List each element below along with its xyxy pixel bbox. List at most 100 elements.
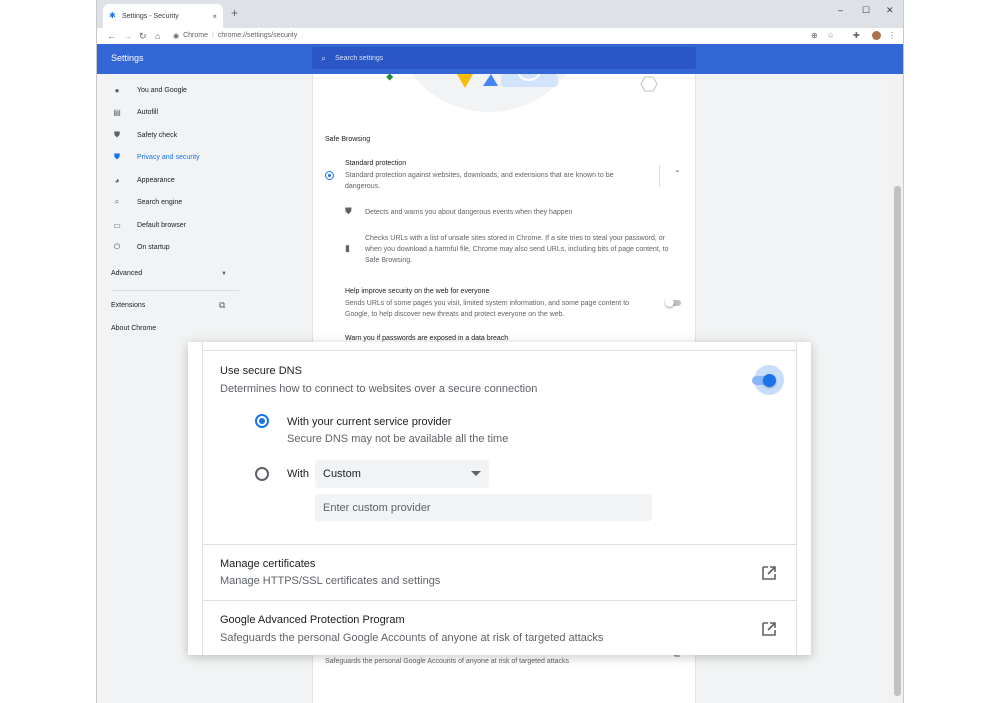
custom-provider-radio[interactable]	[255, 467, 269, 481]
scrollbar-thumb[interactable]	[894, 186, 901, 696]
person-icon: ●	[114, 85, 120, 95]
page-title: Settings	[111, 53, 144, 63]
gapp-bottom-desc: Safeguards the personal Google Accounts …	[325, 658, 569, 665]
custom-provider-label: With	[287, 468, 309, 480]
back-button[interactable]: ←	[107, 29, 116, 43]
tab-close-icon[interactable]: ×	[212, 12, 217, 21]
secure-dns-title: Use secure DNS	[220, 365, 302, 377]
tab-title: Settings - Security	[122, 12, 179, 20]
close-window-button[interactable]: ✕	[886, 5, 894, 16]
hero-illustration	[313, 74, 697, 112]
bar-chart-icon: ▮	[345, 243, 350, 253]
warn-passwords-title: Warn you if passwords are exposed in a d…	[345, 335, 509, 342]
current-provider-radio[interactable]	[255, 414, 269, 428]
search-box[interactable]: ⌕	[312, 47, 696, 69]
clipboard-icon: ▤	[113, 107, 121, 117]
shield-check-icon: ⛊	[114, 130, 120, 139]
sidebar-item-privacy-and-security[interactable]: ⛊ Privacy and security	[97, 148, 307, 166]
sidebar-advanced[interactable]: Advanced	[111, 270, 142, 277]
sidebar-item-you-and-google[interactable]: ● You and Google	[97, 81, 307, 99]
reload-button[interactable]: ↻	[139, 29, 147, 43]
home-button[interactable]: ⌂	[155, 29, 160, 43]
sidebar-item-label: Search engine	[137, 198, 183, 206]
sidebar-item-label: You and Google	[137, 86, 187, 94]
open-in-new-icon[interactable]	[762, 566, 776, 580]
sidebar-item-autofill[interactable]: ▤ Autofill	[97, 103, 307, 121]
address-bar[interactable]: ◉ Chrome | chrome://settings/security	[173, 29, 803, 42]
browser-tab[interactable]: ✱ Settings - Security ×	[103, 4, 223, 28]
standard-protection-desc-1: Standard protection against websites, do…	[345, 172, 614, 179]
panel-border-right	[796, 342, 797, 655]
search-icon: ⌕	[114, 197, 120, 206]
sidebar-item-label: Safety check	[137, 131, 178, 139]
forward-button[interactable]: →	[123, 29, 132, 43]
extensions-puzzle-icon[interactable]: ✚	[853, 30, 860, 42]
sidebar-about-chrome[interactable]: About Chrome	[111, 325, 156, 332]
open-in-new-icon[interactable]: ⧉	[219, 300, 225, 311]
advanced-protection-title: Google Advanced Protection Program	[220, 614, 405, 626]
toggle-knob	[665, 298, 674, 307]
standard-protection-title: Standard protection	[345, 160, 407, 167]
custom-provider-input[interactable]	[315, 494, 652, 521]
settings-gear-icon: ✱	[109, 11, 116, 20]
settings-header: Settings ⌕	[97, 44, 903, 74]
help-improve-title: Help improve security on the web for eve…	[345, 288, 490, 295]
chevron-up-icon[interactable]: ⌃	[674, 169, 681, 178]
help-improve-desc-1: Sends URLs of some pages you visit, limi…	[345, 300, 630, 307]
secure-dns-toggle[interactable]	[748, 365, 788, 395]
omnibox-separator: |	[212, 32, 214, 39]
sidebar-item-label: On startup	[137, 243, 170, 251]
search-input[interactable]	[335, 54, 636, 62]
omnibox-url: chrome://settings/security	[217, 32, 298, 39]
browser-toolbar: ← → ↻ ⌂ ◉ Chrome | chrome://settings/sec…	[97, 28, 903, 44]
hero-illustration-graphic	[386, 74, 658, 112]
sidebar-item-label: Appearance	[137, 176, 175, 184]
sidebar-item-on-startup[interactable]: ⏻ On startup	[97, 238, 307, 256]
sidebar-item-appearance[interactable]: ◕ Appearance	[97, 171, 307, 189]
current-provider-desc: Secure DNS may not be available all the …	[287, 433, 509, 445]
sidebar-item-search-engine[interactable]: ⌕ Search engine	[97, 193, 307, 211]
sidebar-item-safety-check[interactable]: ⛊ Safety check	[97, 126, 307, 144]
avatar[interactable]	[871, 30, 882, 41]
provider-select-value: Custom	[323, 468, 361, 480]
zoomed-secure-dns-panel: Use secure DNS Determines how to connect…	[188, 342, 811, 655]
panel-border-top	[202, 350, 796, 351]
sidebar-item-default-browser[interactable]: ▭ Default browser	[97, 216, 307, 234]
search-icon: ⌕	[321, 52, 327, 63]
zoom-icon[interactable]: ⊕	[811, 30, 818, 42]
detail-checks-urls-1: Checks URLs with a list of unsafe sites …	[365, 235, 665, 242]
new-tab-button[interactable]: +	[231, 6, 238, 20]
shield-icon: ⛊	[345, 206, 352, 216]
maximize-button[interactable]: ☐	[862, 5, 870, 16]
detail-checks-urls-3: Safe Browsing.	[365, 257, 413, 264]
screenshot-stage: ✱ Settings - Security × + – ☐ ✕ ← → ↻ ⌂ …	[0, 0, 1000, 703]
browser-icon: ▭	[113, 220, 121, 230]
star-icon[interactable]: ☆	[827, 30, 834, 42]
omnibox-chip: Chrome	[183, 32, 209, 39]
open-in-new-icon[interactable]	[762, 622, 776, 636]
help-improve-desc-2: Google, to help discover new threats and…	[345, 311, 565, 318]
chevron-down-icon[interactable]: ▼	[221, 271, 227, 277]
sidebar-item-label: Privacy and security	[137, 153, 200, 161]
row-divider	[203, 600, 796, 601]
manage-certificates-desc: Manage HTTPS/SSL certificates and settin…	[220, 575, 441, 587]
help-improve-toggle[interactable]	[665, 298, 683, 307]
standard-protection-radio[interactable]	[325, 171, 334, 180]
dropdown-caret-icon	[471, 471, 481, 476]
manage-certificates-title: Manage certificates	[220, 558, 316, 570]
current-provider-title: With your current service provider	[287, 416, 452, 428]
sidebar-extensions[interactable]: Extensions	[111, 302, 145, 309]
standard-protection-desc-2: dangerous.	[345, 183, 381, 190]
sidebar-item-label: Autofill	[137, 108, 159, 116]
sidebar-divider	[111, 290, 239, 291]
title-bar: ✱ Settings - Security × + – ☐ ✕	[97, 0, 903, 28]
power-icon: ⏻	[113, 242, 121, 251]
detail-checks-urls-2: when you download a harmful file, Chrome…	[365, 246, 669, 253]
provider-select[interactable]: Custom	[315, 460, 489, 488]
expand-divider	[659, 165, 660, 187]
minimize-button[interactable]: –	[838, 5, 843, 15]
menu-kebab-icon[interactable]: ⋮	[888, 30, 896, 42]
shield-icon: ⛊	[114, 152, 120, 161]
safe-browsing-heading: Safe Browsing	[325, 136, 371, 143]
advanced-protection-desc: Safeguards the personal Google Accounts …	[220, 632, 604, 644]
